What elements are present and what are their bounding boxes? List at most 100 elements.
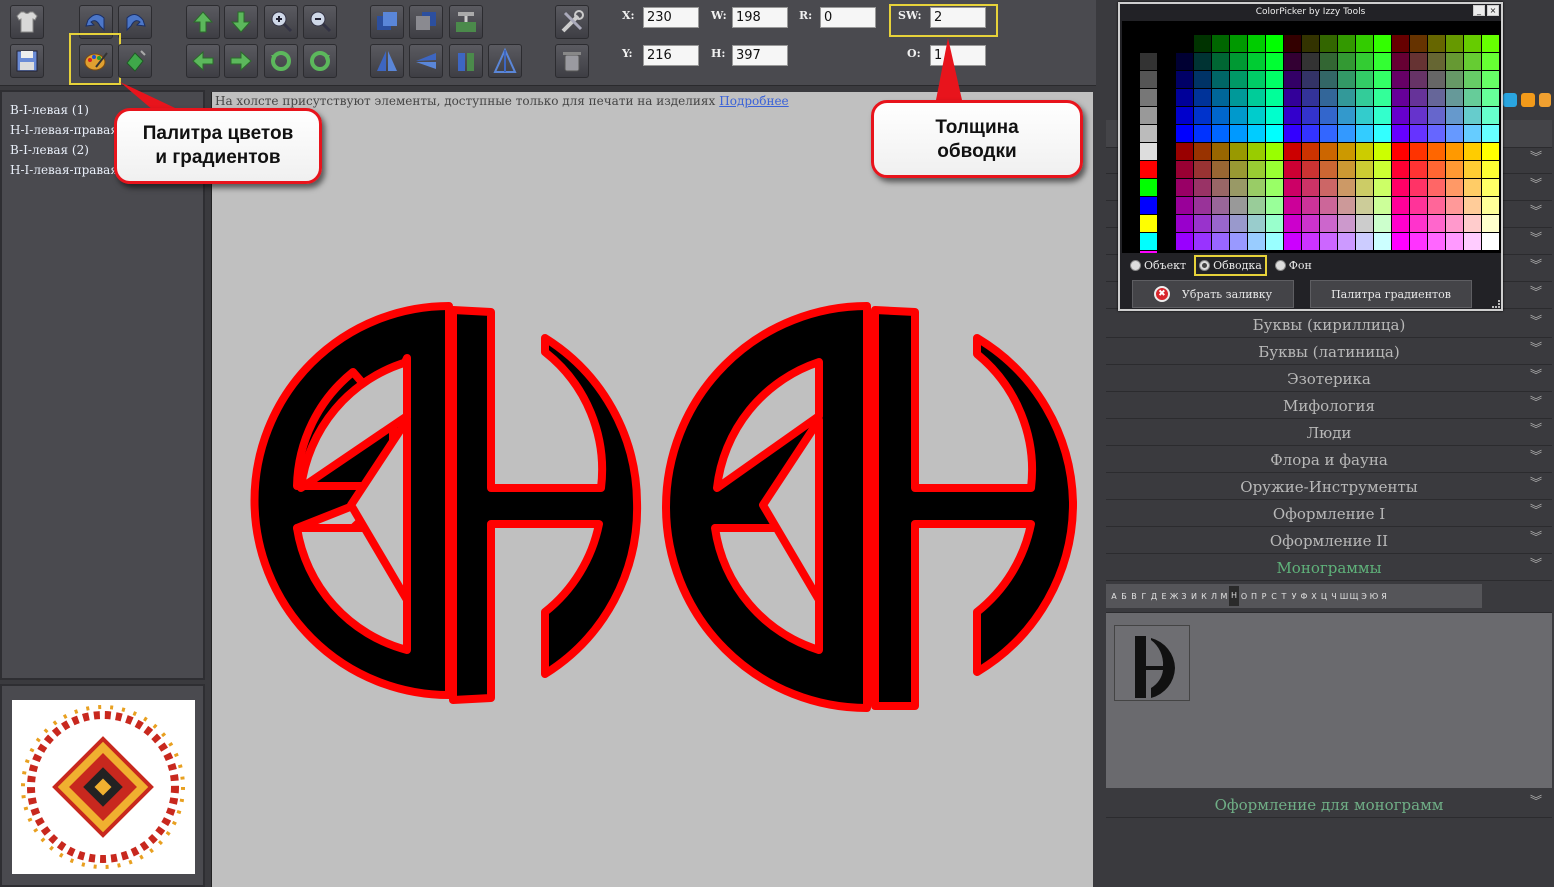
category-row[interactable]: Оформление I ︾ — [1106, 501, 1552, 527]
color-swatch — [1302, 197, 1319, 214]
alphabet-letter[interactable]: Р — [1259, 592, 1269, 601]
align-icon[interactable] — [449, 5, 483, 39]
alphabet-letter[interactable]: Б — [1119, 592, 1129, 601]
bring-front-icon[interactable] — [370, 5, 404, 39]
x-input[interactable] — [643, 7, 699, 28]
zoom-out-icon[interactable] — [303, 5, 337, 39]
alphabet-letter[interactable]: Я — [1379, 592, 1389, 601]
flip-horizontal-2-icon[interactable] — [409, 44, 443, 78]
category-row[interactable]: Оформление II ︾ — [1106, 528, 1552, 554]
tools-icon[interactable] — [555, 5, 589, 39]
r-input[interactable] — [820, 7, 876, 28]
fill-bucket-icon[interactable] — [118, 44, 152, 78]
opacity-input[interactable] — [930, 45, 986, 66]
category-row[interactable]: Флора и фауна ︾ — [1106, 447, 1552, 473]
send-back-icon[interactable] — [409, 5, 443, 39]
color-swatch — [1320, 179, 1337, 196]
alphabet-letter[interactable]: Г — [1139, 592, 1149, 601]
alphabet-letter[interactable]: Э — [1359, 592, 1369, 601]
flip-vertical-icon[interactable] — [449, 44, 483, 78]
radio-label: Объект — [1144, 259, 1187, 272]
color-swatch — [1446, 161, 1463, 178]
monogram-artwork[interactable] — [212, 92, 1094, 887]
shirt-icon[interactable] — [10, 5, 44, 39]
alphabet-letter[interactable]: В — [1129, 592, 1139, 601]
mail-icon[interactable] — [1539, 93, 1551, 107]
alphabet-letter[interactable]: С — [1269, 592, 1279, 601]
alphabet-letter[interactable]: Ш — [1339, 592, 1349, 601]
chevron-down-icon: ︾ — [1529, 285, 1542, 299]
category-row[interactable]: Эзотерика ︾ — [1106, 366, 1552, 392]
zoom-in-icon[interactable] — [264, 5, 298, 39]
color-swatch-grid[interactable] — [1122, 21, 1501, 253]
odnoklassniki-icon[interactable] — [1521, 93, 1535, 107]
category-row[interactable]: Люди ︾ — [1106, 420, 1552, 446]
trash-icon[interactable] — [555, 44, 589, 78]
resize-grip-icon[interactable] — [1492, 300, 1500, 308]
color-swatch — [1212, 161, 1229, 178]
save-disk-icon[interactable] — [10, 44, 44, 78]
move-right-icon[interactable] — [224, 44, 258, 78]
alphabet-letter[interactable]: Ю — [1369, 592, 1379, 601]
alphabet-letter[interactable]: Щ — [1349, 592, 1359, 601]
move-left-icon[interactable] — [186, 44, 220, 78]
alphabet-letter[interactable]: Н — [1229, 586, 1239, 606]
category-row[interactable]: Буквы (латиница) ︾ — [1106, 339, 1552, 365]
alphabet-letter[interactable]: Ч — [1329, 592, 1339, 601]
alphabet-letter[interactable]: Л — [1209, 592, 1219, 601]
alphabet-letter[interactable]: Ц — [1319, 592, 1329, 601]
letter-h-1[interactable] — [449, 306, 642, 704]
palette-icon[interactable] — [79, 44, 113, 78]
color-swatch — [1140, 143, 1157, 160]
alphabet-letter[interactable]: К — [1199, 592, 1209, 601]
move-down-icon[interactable] — [224, 5, 258, 39]
letter-h-2[interactable] — [871, 306, 1078, 710]
category-row[interactable]: Оружие-Инструменты ︾ — [1106, 474, 1552, 500]
undo-icon[interactable] — [79, 5, 113, 39]
alphabet-letter[interactable]: П — [1249, 592, 1259, 601]
redo-icon[interactable] — [118, 5, 152, 39]
sw-input[interactable] — [930, 7, 986, 28]
rotate-cw-icon[interactable] — [303, 44, 337, 78]
flip-horizontal-icon[interactable] — [370, 44, 404, 78]
minimize-button[interactable]: _ — [1473, 5, 1485, 16]
radio-object[interactable]: Объект — [1130, 259, 1186, 272]
color-swatch — [1446, 107, 1463, 124]
move-up-icon[interactable] — [186, 5, 220, 39]
alphabet-letter[interactable]: Ф — [1299, 592, 1309, 601]
y-input[interactable] — [643, 45, 699, 66]
w-input[interactable] — [732, 7, 788, 28]
h-input[interactable] — [732, 45, 788, 66]
gradient-palette-button[interactable]: Палитра градиентов — [1310, 280, 1472, 308]
radio-label: Фон — [1288, 259, 1312, 272]
alphabet-letter[interactable]: А — [1109, 592, 1119, 601]
radio-stroke[interactable]: Обводка — [1194, 255, 1267, 276]
color-swatch — [1140, 161, 1157, 178]
category-label: Буквы (кириллица) — [1252, 316, 1406, 334]
rotate-ccw-icon[interactable] — [264, 44, 298, 78]
category-monogram-decor[interactable]: Оформление для монограмм ︾ — [1106, 792, 1552, 818]
design-canvas[interactable]: На холсте присутствуют элементы, доступн… — [211, 92, 1093, 887]
remove-fill-button[interactable]: ✖ Убрать заливку — [1132, 280, 1294, 308]
distribute-icon[interactable] — [488, 44, 522, 78]
alphabet-letter[interactable]: И — [1189, 592, 1199, 601]
category-row[interactable]: Мифология ︾ — [1106, 393, 1552, 419]
alphabet-letter[interactable]: М — [1219, 592, 1229, 601]
alphabet-letter[interactable]: Ж — [1169, 592, 1179, 601]
twitter-icon[interactable] — [1503, 93, 1517, 107]
monogram-item-h[interactable] — [1114, 625, 1190, 701]
close-button[interactable]: × — [1487, 5, 1499, 16]
alphabet-letter[interactable]: З — [1179, 592, 1189, 601]
alphabet-letter[interactable]: Т — [1279, 592, 1289, 601]
color-swatch — [1428, 215, 1445, 232]
alphabet-letter[interactable]: У — [1289, 592, 1299, 601]
alphabet-letter[interactable]: Х — [1309, 592, 1319, 601]
category-row[interactable]: Буквы (кириллица) ︾ — [1106, 312, 1552, 338]
radio-background[interactable]: Фон — [1274, 259, 1312, 272]
alphabet-letter[interactable]: Д — [1149, 592, 1159, 601]
category-row[interactable]: Монограммы ︾ — [1106, 555, 1552, 581]
alphabet-letter[interactable]: Е — [1159, 592, 1169, 601]
color-swatch — [1446, 215, 1463, 232]
color-swatch — [1410, 89, 1427, 106]
alphabet-letter[interactable]: О — [1239, 592, 1249, 601]
